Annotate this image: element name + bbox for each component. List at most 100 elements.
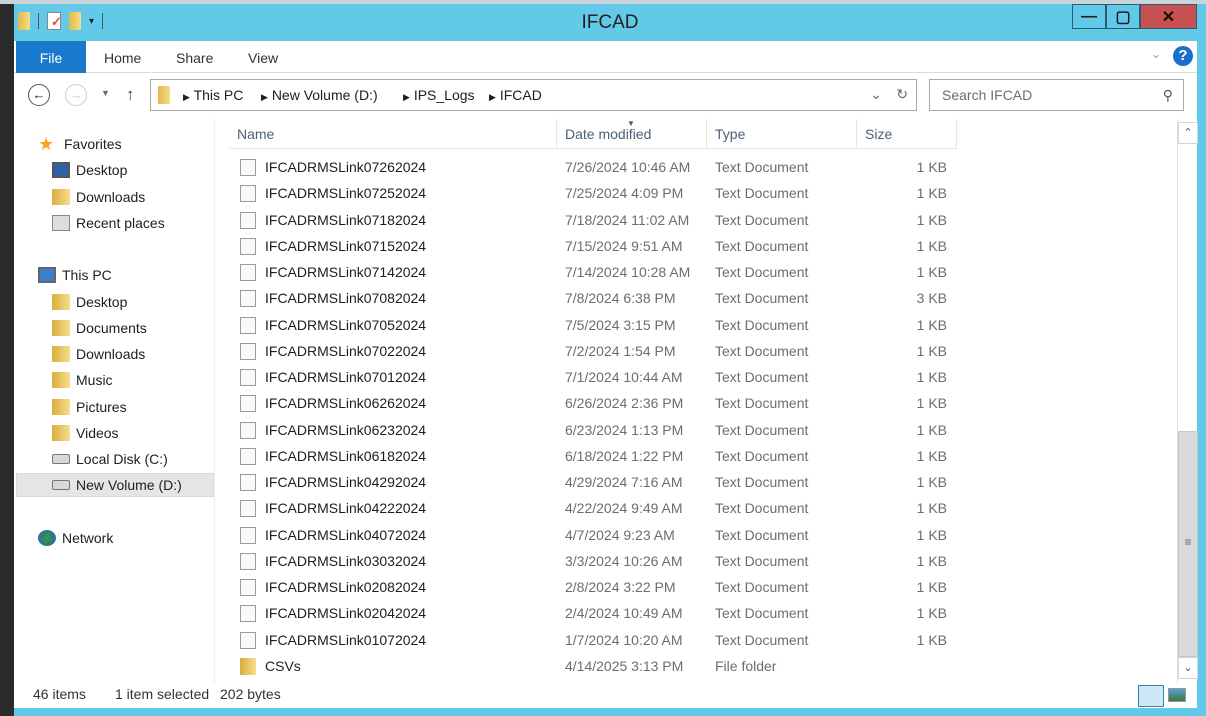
- file-size: 1 KB: [916, 316, 947, 333]
- tab-view[interactable]: View: [248, 41, 278, 73]
- file-name: IFCADRMSLink07142024: [265, 264, 427, 280]
- file-row[interactable]: CSVs 4/14/2025 3:13 PM File folder: [215, 653, 957, 679]
- file-row[interactable]: IFCADRMSLink06262024 6/26/2024 2:36 PM T…: [215, 390, 957, 416]
- file-size: 1 KB: [916, 211, 947, 228]
- file-row[interactable]: IFCADRMSLink07252024 7/25/2024 4:09 PM T…: [215, 180, 957, 206]
- file-row[interactable]: IFCADRMSLink04222024 4/22/2024 9:49 AM T…: [215, 495, 957, 521]
- help-icon[interactable]: ?: [1173, 46, 1193, 66]
- up-button[interactable]: ↑: [126, 85, 135, 105]
- breadcrumb-ips-logs[interactable]: IPS_Logs: [414, 87, 475, 103]
- address-bar[interactable]: ▶ This PC ▶ New Volume (D:) ▶ IPS_Logs ▶…: [150, 79, 917, 111]
- file-size: 1 KB: [916, 185, 947, 202]
- file-size: 1 KB: [916, 237, 947, 254]
- back-button[interactable]: ←: [28, 84, 50, 106]
- file-date: 4/22/2024 9:49 AM: [565, 500, 683, 517]
- file-row[interactable]: IFCADRMSLink06232024 6/23/2024 1:13 PM T…: [215, 417, 957, 443]
- sort-arrow-icon: ▼: [627, 119, 635, 128]
- file-type: Text Document: [715, 369, 809, 385]
- expand-ribbon-icon[interactable]: ⌄: [1151, 47, 1161, 61]
- file-date: 7/2/2024 1:54 PM: [565, 342, 676, 359]
- column-header-date[interactable]: ▼ Date modified: [557, 119, 707, 149]
- file-row[interactable]: IFCADRMSLink04292024 4/29/2024 7:16 AM T…: [215, 469, 957, 495]
- large-icons-view-button[interactable]: [1168, 688, 1186, 702]
- search-icon[interactable]: ⚲: [1163, 87, 1173, 104]
- refresh-icon[interactable]: ↻: [896, 86, 908, 103]
- file-row[interactable]: IFCADRMSLink02042024 2/4/2024 10:49 AM T…: [215, 600, 957, 626]
- text-file-icon: [240, 185, 256, 203]
- file-row[interactable]: IFCADRMSLink07052024 7/5/2024 3:15 PM Te…: [215, 312, 957, 338]
- scroll-down-button[interactable]: ⌄: [1178, 657, 1198, 679]
- breadcrumb-this-pc[interactable]: This PC: [194, 87, 244, 103]
- nav-label: Local Disk (C:): [76, 451, 168, 467]
- file-row[interactable]: IFCADRMSLink03032024 3/3/2024 10:26 AM T…: [215, 548, 957, 574]
- nav-network[interactable]: Network: [38, 526, 236, 550]
- file-name: IFCADRMSLink07052024: [265, 316, 427, 333]
- column-header-name[interactable]: Name: [229, 119, 557, 149]
- minimize-button[interactable]: —: [1072, 4, 1106, 29]
- file-type: Text Document: [715, 290, 809, 307]
- column-header-size[interactable]: Size: [857, 119, 957, 149]
- file-type: Text Document: [715, 264, 809, 280]
- file-name: IFCADRMSLink04222024: [265, 500, 427, 517]
- file-date: 2/4/2024 10:49 AM: [565, 605, 683, 622]
- nav-favorites[interactable]: ★ Favorites: [38, 132, 236, 156]
- file-row[interactable]: IFCADRMSLink07082024 7/8/2024 6:38 PM Te…: [215, 285, 957, 311]
- file-name: IFCADRMSLink02082024: [265, 579, 427, 595]
- maximize-button[interactable]: ▢: [1106, 4, 1140, 29]
- scroll-up-button[interactable]: ⌃: [1178, 122, 1198, 144]
- file-row[interactable]: IFCADRMSLink01072024 1/7/2024 10:20 AM T…: [215, 627, 957, 653]
- recent-locations-dropdown[interactable]: ▼: [101, 88, 110, 98]
- scrollbar-thumb[interactable]: ≡: [1178, 431, 1198, 657]
- downloads-folder-icon: [52, 189, 70, 205]
- file-name: IFCADRMSLink07252024: [265, 185, 427, 202]
- file-row[interactable]: IFCADRMSLink02082024 2/8/2024 3:22 PM Te…: [215, 574, 957, 600]
- videos-folder-icon: [52, 425, 70, 441]
- file-row[interactable]: IFCADRMSLink07012024 7/1/2024 10:44 AM T…: [215, 364, 957, 390]
- file-name: IFCADRMSLink07082024: [265, 290, 427, 307]
- nav-this-pc[interactable]: This PC: [38, 263, 236, 287]
- breadcrumb-ifcad[interactable]: IFCAD: [500, 87, 542, 103]
- selection-size: 202 bytes: [220, 686, 281, 702]
- selection-count: 1 item selected: [115, 686, 210, 702]
- column-header-type[interactable]: Type: [707, 119, 857, 149]
- file-row[interactable]: IFCADRMSLink07152024 7/15/2024 9:51 AM T…: [215, 233, 957, 259]
- forward-button[interactable]: →: [65, 84, 87, 106]
- search-input[interactable]: Search IFCAD ⚲: [929, 79, 1184, 111]
- details-view-button[interactable]: [1138, 685, 1164, 707]
- vertical-scrollbar[interactable]: ⌃ ≡ ⌄: [1177, 119, 1198, 683]
- file-row[interactable]: IFCADRMSLink06182024 6/18/2024 1:22 PM T…: [215, 443, 957, 469]
- nav-label: Network: [62, 530, 114, 546]
- breadcrumb-new-volume[interactable]: New Volume (D:): [272, 87, 378, 103]
- file-date: 7/15/2024 9:51 AM: [565, 237, 683, 254]
- file-row[interactable]: IFCADRMSLink07262024 7/26/2024 10:46 AM …: [215, 154, 957, 180]
- close-button[interactable]: ✕: [1140, 4, 1197, 29]
- text-file-icon: [240, 526, 256, 544]
- file-size: 1 KB: [916, 342, 947, 359]
- file-name: IFCADRMSLink03032024: [265, 552, 427, 569]
- file-row[interactable]: IFCADRMSLink07142024 7/14/2024 10:28 AM …: [215, 259, 957, 285]
- file-list: Name ▼ Date modified Type Size IFCADRMSLi…: [214, 119, 1177, 683]
- address-history-dropdown[interactable]: ⌄: [870, 86, 882, 103]
- file-size: 1 KB: [916, 369, 947, 385]
- file-row[interactable]: IFCADRMSLink07182024 7/18/2024 11:02 AM …: [215, 207, 957, 233]
- nav-label: Desktop: [76, 294, 128, 310]
- text-file-icon: [240, 474, 256, 491]
- file-size: 1 KB: [916, 447, 947, 464]
- file-date: 4/29/2024 7:16 AM: [565, 474, 683, 490]
- file-row[interactable]: IFCADRMSLink07022024 7/2/2024 1:54 PM Te…: [215, 338, 957, 364]
- computer-icon: [38, 267, 56, 283]
- text-file-icon: [240, 211, 256, 229]
- nav-new-volume-d[interactable]: New Volume (D:): [16, 473, 214, 497]
- downloads-folder-icon: [52, 346, 70, 362]
- explorer-window: ▾ IFCAD — ▢ ✕ File Home Share View ⌄ ? ←…: [14, 4, 1206, 716]
- tab-share[interactable]: Share: [176, 41, 213, 73]
- file-size: 1 KB: [916, 552, 947, 569]
- tab-file[interactable]: File: [16, 41, 86, 73]
- network-icon: [38, 530, 56, 546]
- file-row[interactable]: IFCADRMSLink04072024 4/7/2024 9:23 AM Te…: [215, 522, 957, 548]
- folder-icon: [240, 657, 256, 675]
- tab-home[interactable]: Home: [104, 41, 141, 73]
- title-bar[interactable]: ▾ IFCAD — ▢ ✕: [14, 4, 1206, 40]
- file-date: 7/26/2024 10:46 AM: [565, 159, 691, 175]
- file-type: Text Document: [715, 316, 809, 333]
